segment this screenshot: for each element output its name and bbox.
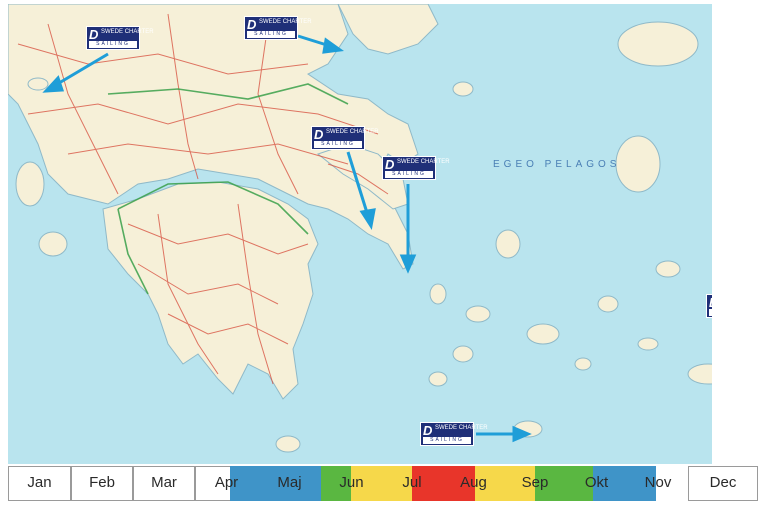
base-marker-north[interactable]: D SWEDE CHARTER SAILING [244, 16, 312, 40]
month-label-jul[interactable]: Jul [382, 466, 442, 501]
month-label-mar[interactable]: Mar [133, 466, 195, 501]
month-label-jan[interactable]: Jan [8, 466, 71, 501]
month-label-dec[interactable]: Dec [688, 466, 758, 501]
month-label-feb[interactable]: Feb [71, 466, 133, 501]
month-label-aug[interactable]: Aug [442, 466, 505, 501]
base-marker-south[interactable]: D SWEDE CHARTER SAILING [420, 422, 488, 446]
season-timeline: Jan Feb Mar Apr Maj Jun Jul Aug Sep Okt … [8, 466, 758, 501]
month-label-maj[interactable]: Maj [258, 466, 321, 501]
base-marker-west[interactable]: D SWEDE CHARTER SAILING [86, 26, 154, 50]
sea-label: EGEO PELAGOS [493, 159, 621, 170]
base-marker-dodecanese[interactable]: D SWEDE CHARTER SAILING [706, 294, 712, 318]
month-label-sep[interactable]: Sep [505, 466, 565, 501]
month-label-okt[interactable]: Okt [565, 466, 628, 501]
month-label-apr[interactable]: Apr [195, 466, 258, 501]
month-label-jun[interactable]: Jun [321, 466, 382, 501]
base-marker-athens[interactable]: D SWEDE CHARTER SAILING [311, 126, 379, 150]
aegean-map: EGEO PELAGOS D SWEDE CHARTER SAILING D S… [8, 4, 712, 464]
month-label-nov[interactable]: Nov [628, 466, 688, 501]
map-land [8, 4, 712, 453]
base-marker-lavrio[interactable]: D SWEDE CHARTER SAILING [382, 156, 450, 180]
